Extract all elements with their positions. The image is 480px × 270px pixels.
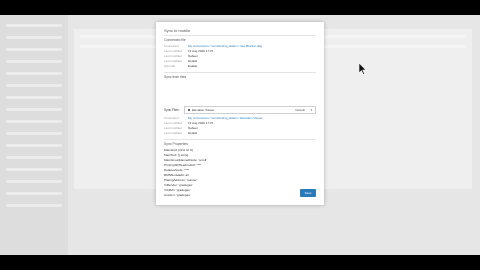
letterbox-bottom xyxy=(0,255,480,270)
connected-row: Last modified Details xyxy=(164,59,198,63)
letterbox-top xyxy=(0,0,480,15)
sync-row: Last modified Details xyxy=(164,131,198,135)
sync-dialog: Sync to mobile Connected file Connected M… xyxy=(156,22,324,205)
connected-section-title: Connected file xyxy=(164,38,186,42)
divider xyxy=(164,35,316,36)
connected-file-link[interactable]: My connections / Contributing_Elders / G… xyxy=(188,44,262,48)
sync-section-title: Sync from files xyxy=(164,75,187,79)
sync-row: Connected My connections / Contributing_E… xyxy=(164,116,263,120)
divider xyxy=(164,72,316,73)
sync-row: Last modified Nabeel xyxy=(164,126,198,130)
connected-row: Sync file Enable xyxy=(164,64,198,68)
property-item: MainText: [[ string xyxy=(164,153,189,157)
property-item: ViRender: 'gradegas' xyxy=(164,183,193,187)
property-item: MainGrid: [Grid Id: #] xyxy=(164,148,193,152)
property-item: Autofen: 'gradegas' xyxy=(164,193,191,197)
connected-row: Connected My connections / Contributing_E… xyxy=(164,44,263,48)
property-item: RelativeNode: **** xyxy=(164,168,190,172)
chevron-down-icon: ▾ xyxy=(310,107,312,112)
sync-files-select[interactable]: Elevation Viewer Default ▾ xyxy=(184,106,316,114)
radio-dot-icon xyxy=(188,108,190,111)
property-item: PlatingAddress: 'pointer' xyxy=(164,178,198,182)
sync-row: Last modified 13 Aug 2020 17:37 xyxy=(164,121,214,125)
sync-files-value: Elevation Viewer xyxy=(192,108,215,112)
background-sidebar xyxy=(0,15,68,255)
connected-row: Last modified Nabeel xyxy=(164,54,198,58)
property-item: PrintingSRHeadnode#: **** xyxy=(164,163,202,167)
sync-files-label: Sync Files xyxy=(164,107,179,112)
property-item: RMNNodeEdit: all xyxy=(164,173,189,177)
sync-files-default: Default xyxy=(295,108,305,112)
sync-files-row: Sync Files Elevation Viewer Default ▾ xyxy=(164,106,316,114)
connected-row: Last modified 13 Aug 2020 17:37 xyxy=(164,49,214,53)
save-button[interactable]: Save xyxy=(300,189,316,197)
property-item: MainGroupNamedNode: 'scroll' xyxy=(164,158,207,162)
property-item: ViAtlMn: 'gradegas' xyxy=(164,188,191,192)
divider xyxy=(164,139,316,140)
mouse-cursor-icon xyxy=(359,63,367,75)
props-section-title: Sync Properties xyxy=(164,142,188,146)
sync-file-link[interactable]: My connections / Contributing_Elders / E… xyxy=(188,116,262,120)
dialog-title: Sync to mobile xyxy=(164,28,191,33)
